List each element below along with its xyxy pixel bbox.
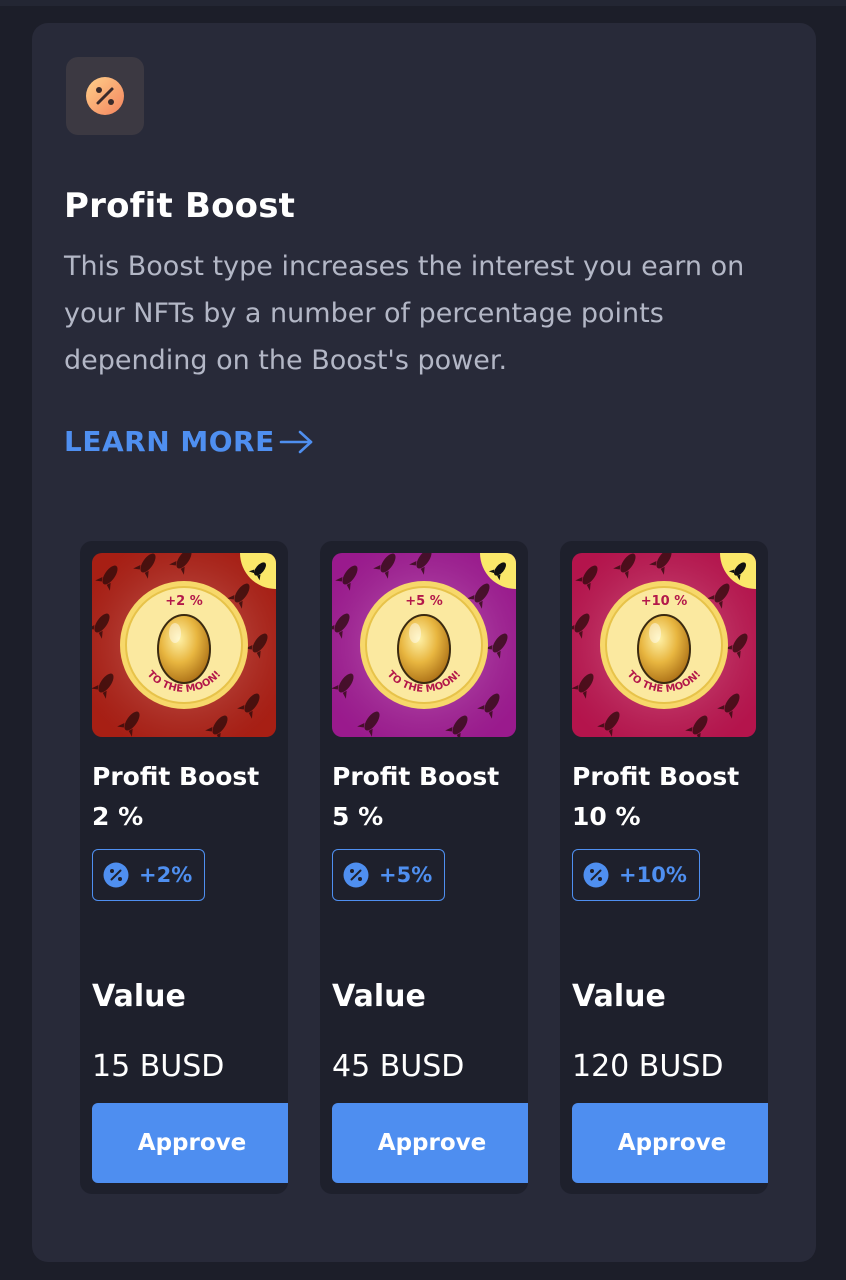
arrow-right-icon [279,430,313,453]
percent-icon [103,862,129,888]
value-label: Value [332,979,426,1014]
chip-label: +5% [379,863,433,887]
chip-label: +10% [619,863,687,887]
approve-button[interactable]: Approve [572,1103,768,1183]
nft-artwork: +5 %TO THE MOON! [332,553,516,737]
value-amount: 15 BUSD [92,1049,225,1084]
value-label: Value [572,979,666,1014]
value-label: Value [92,979,186,1014]
value-amount: 45 BUSD [332,1049,465,1084]
card-title: Profit Boost 5 % [332,762,500,831]
nft-artwork: +2 %TO THE MOON! [92,553,276,737]
boost-percent-chip: +10% [572,849,700,901]
svg-text:+2 %: +2 % [165,594,203,609]
boost-card[interactable]: +2 % TO THE MOON! Profit Boost 2 % +2% Va… [80,541,288,1194]
learn-more-link[interactable]: LEARN MORE [64,425,315,458]
boost-nft-image[interactable]: +5 % TO THE MOON! [332,553,516,737]
learn-more-label: LEARN MORE [64,425,275,458]
card-title: Profit Boost 2 % [92,762,260,831]
boost-percent-chip: +5% [332,849,446,901]
boost-nft-image[interactable]: +10 % TO THE MOON! [572,553,756,737]
svg-text:+10 %: +10 % [641,594,688,609]
approve-button[interactable]: Approve [332,1103,528,1183]
percent-badge-icon [66,57,144,135]
percent-icon [583,862,609,888]
card-title: Profit Boost 10 % [572,762,740,831]
boost-description: This Boost type increases the interest y… [64,251,745,376]
boost-nft-image[interactable]: +2 % TO THE MOON! [92,553,276,737]
page-title: Profit Boost [64,186,296,226]
nft-artwork: +10 %TO THE MOON! [572,553,756,737]
boost-info-panel: Profit Boost This Boost type increases t… [32,23,816,1262]
approve-button[interactable]: Approve [92,1103,288,1183]
boost-card[interactable]: +10 % TO THE MOON! Profit Boost 10 % +10%… [560,541,768,1194]
chip-label: +2% [139,863,193,887]
boost-card[interactable]: +5 % TO THE MOON! Profit Boost 5 % +5% Va… [320,541,528,1194]
svg-text:+5 %: +5 % [405,594,443,609]
boost-percent-chip: +2% [92,849,206,901]
value-amount: 120 BUSD [572,1049,724,1084]
top-bar [0,0,846,6]
percent-icon [343,862,369,888]
